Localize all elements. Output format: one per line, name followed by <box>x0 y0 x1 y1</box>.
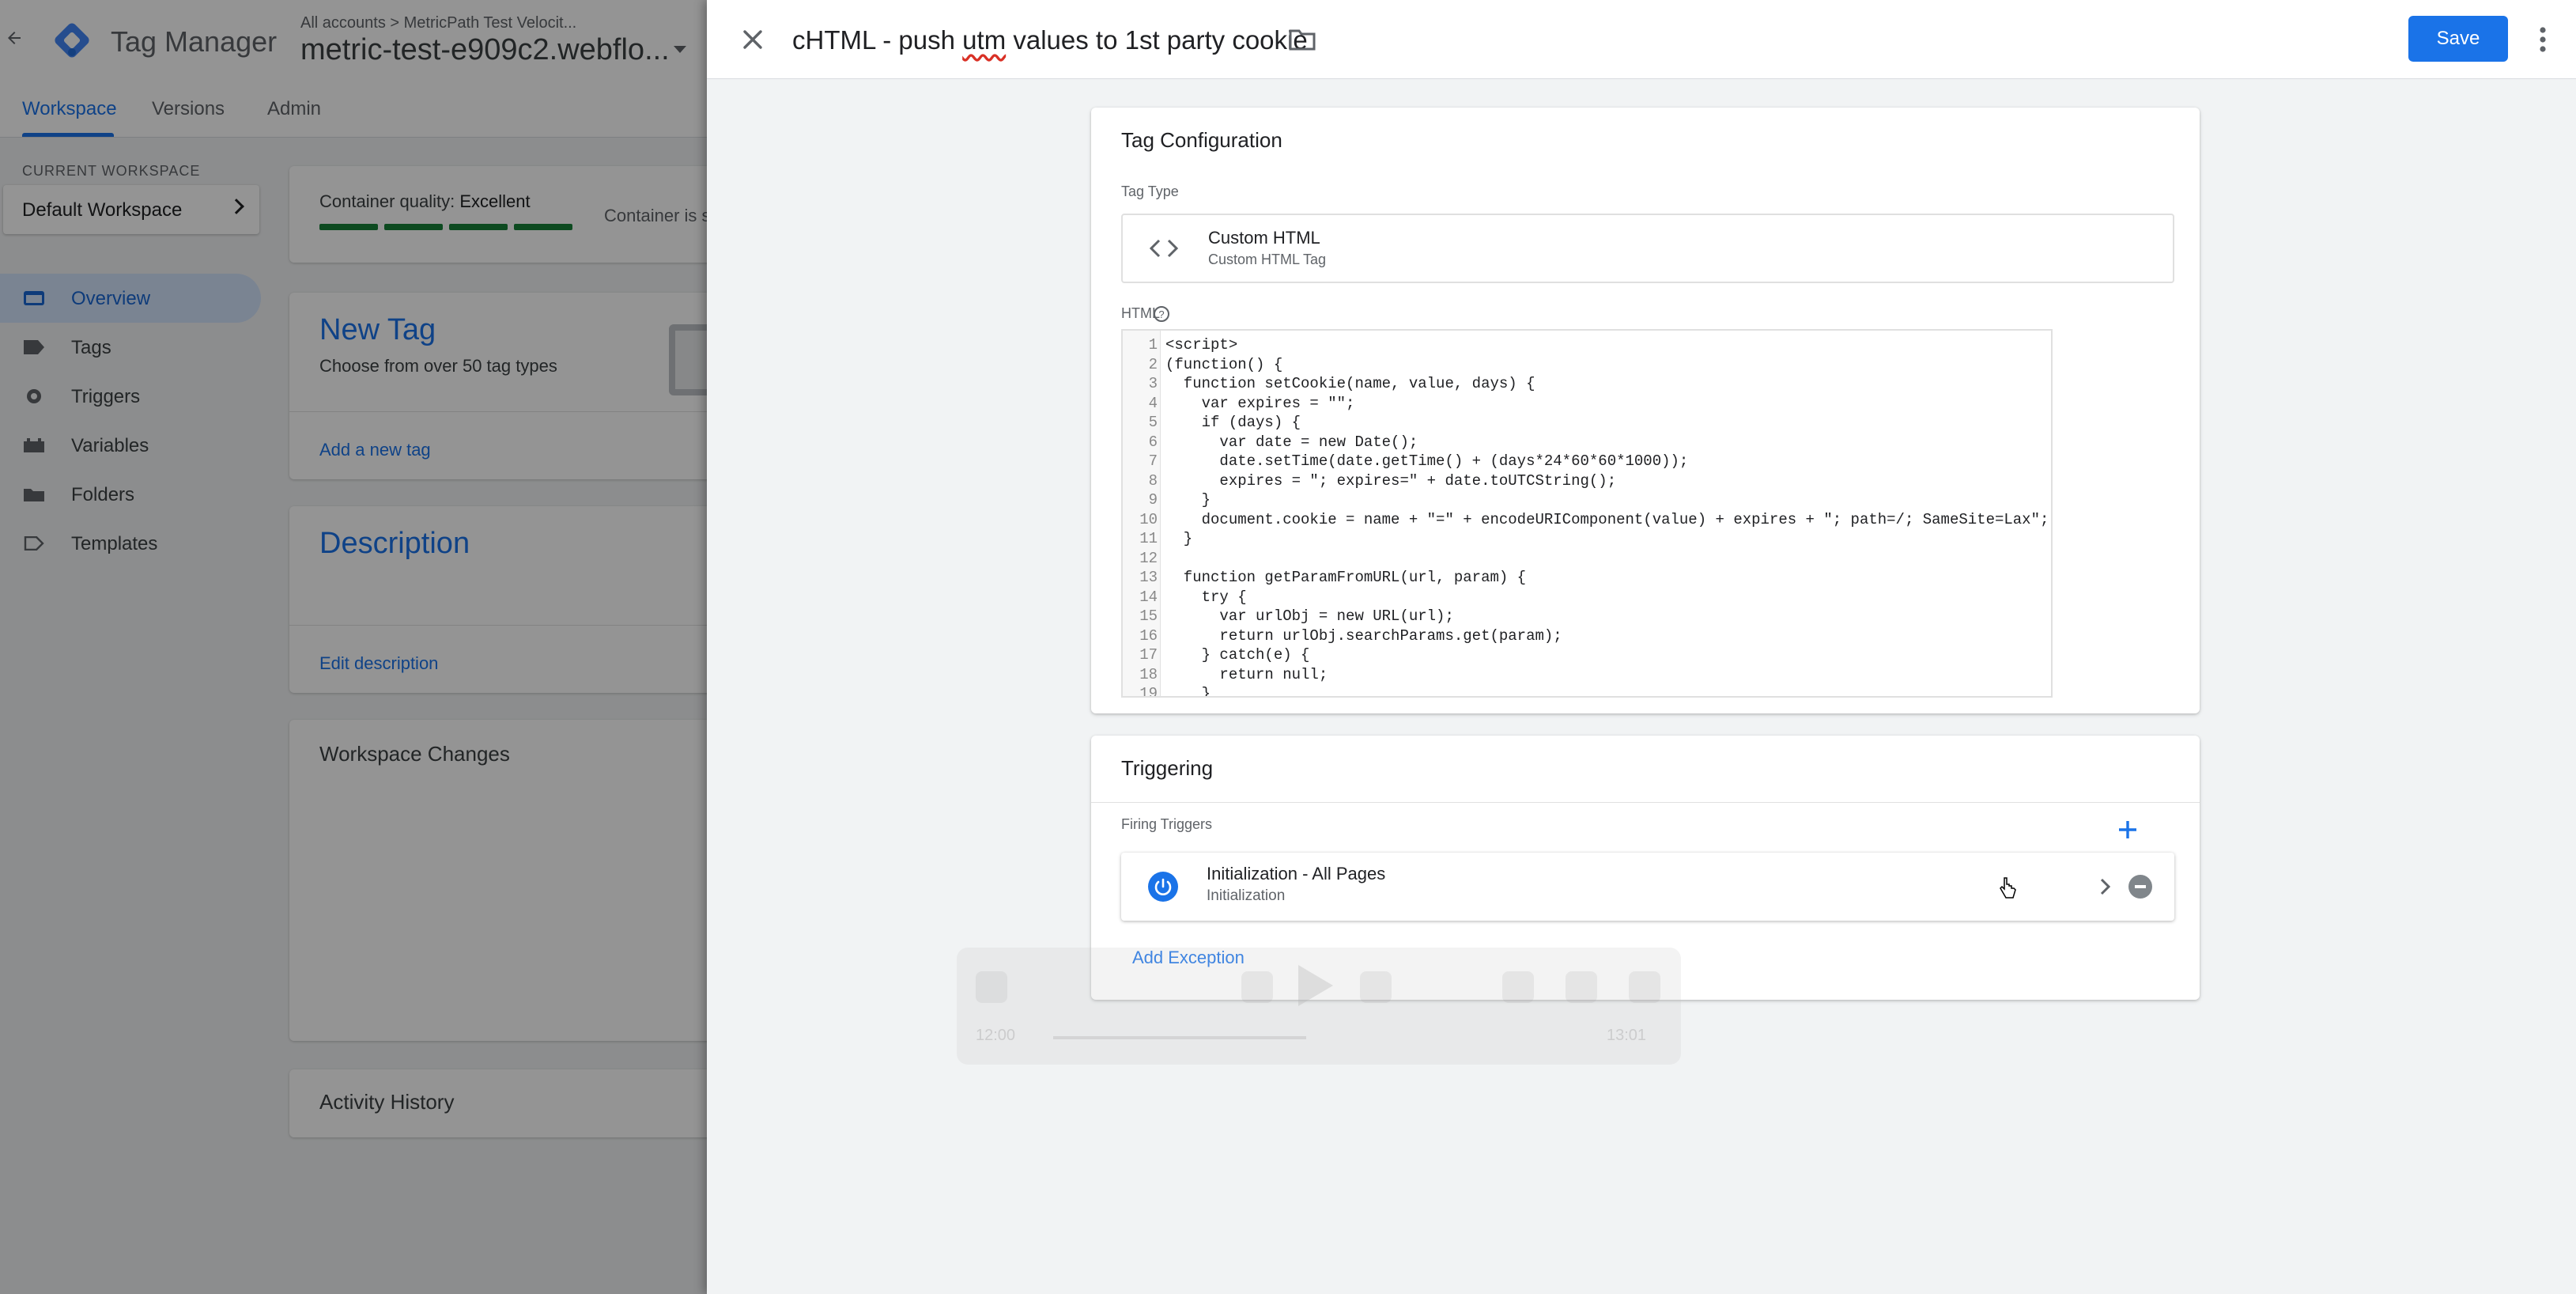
tag-name-part: cHTML - push <box>792 25 963 55</box>
code-line: 17 } catch(e) { <box>1123 645 1309 665</box>
modal-scrim[interactable] <box>0 0 707 1294</box>
tag-editor-header: cHTML - push utm values to 1st party coo… <box>707 0 2576 79</box>
code-text: <script> <box>1165 336 1238 354</box>
code-text: var expires = ""; <box>1165 394 1355 412</box>
code-text: } <box>1165 491 1211 509</box>
triggering-title: Triggering <box>1121 756 1214 780</box>
add-trigger-icon[interactable] <box>2116 818 2140 842</box>
power-icon <box>1148 872 1178 902</box>
line-number: 16 <box>1139 626 1158 645</box>
line-number: 7 <box>1148 452 1158 470</box>
chevron-right-icon[interactable] <box>2097 876 2114 897</box>
code-text: try { <box>1165 588 1247 606</box>
line-number: 11 <box>1139 530 1158 547</box>
captions-icon <box>1502 971 1534 1003</box>
code-line: 19 } <box>1123 684 1211 698</box>
code-line: 13 function getParamFromURL(url, param) … <box>1123 568 1526 588</box>
picture-in-picture-icon <box>1566 971 1597 1003</box>
tag-editor-panel: cHTML - push utm values to 1st party coo… <box>707 0 2576 1294</box>
line-number: 3 <box>1148 375 1158 392</box>
video-progress-track <box>1053 1036 1306 1039</box>
line-number: 12 <box>1139 549 1158 567</box>
code-text: } <box>1165 530 1193 547</box>
code-text: return null; <box>1165 665 1328 683</box>
fast-forward-icon <box>1360 971 1392 1003</box>
code-line: 6 var date = new Date(); <box>1123 433 1418 452</box>
line-number: 13 <box>1139 569 1158 586</box>
tag-configuration-title: Tag Configuration <box>1121 128 1282 152</box>
tag-type-subtitle: Custom HTML Tag <box>1208 252 1327 267</box>
tag-name-title[interactable]: cHTML - push utm values to 1st party coo… <box>792 25 1308 55</box>
remove-trigger-icon[interactable] <box>2128 875 2152 899</box>
code-line: 12 <box>1123 549 1158 569</box>
code-text: date.setTime(date.getTime() + (days*24*6… <box>1165 452 1689 470</box>
code-text: if (days) { <box>1165 414 1301 431</box>
code-text: function setCookie(name, value, days) { <box>1165 375 1535 392</box>
code-line: 9 } <box>1123 490 1211 510</box>
code-text: } <box>1165 685 1211 698</box>
code-line: 11 } <box>1123 529 1192 549</box>
help-icon[interactable]: ? <box>1153 305 1170 323</box>
tag-type-card[interactable]: Custom HTML Custom HTML Tag <box>1121 214 2174 283</box>
code-text: document.cookie = name + "=" + encodeURI… <box>1165 510 2049 528</box>
line-number: 19 <box>1139 685 1158 698</box>
code-line: 16 return urlObj.searchParams.get(param)… <box>1123 626 1562 646</box>
rewind-icon <box>1241 971 1273 1003</box>
code-line: 7 date.setTime(date.getTime() + (days*24… <box>1123 452 1689 471</box>
tag-type-label: Tag Type <box>1121 184 1179 199</box>
code-line: 3 function setCookie(name, value, days) … <box>1123 374 1535 394</box>
line-number: 10 <box>1139 510 1158 528</box>
code-line: 8 expires = "; expires=" + date.toUTCStr… <box>1123 471 1617 491</box>
video-time-total: 13:01 <box>1607 1027 1647 1044</box>
more-vert-icon[interactable] <box>2538 24 2548 55</box>
code-text: function getParamFromURL(url, param) { <box>1165 569 1527 586</box>
code-text: } catch(e) { <box>1165 646 1310 664</box>
line-number: 8 <box>1148 471 1158 490</box>
trigger-type: Initialization <box>1207 887 1286 904</box>
line-number: 4 <box>1148 394 1158 412</box>
video-player-overlay: 12:00 13:01 <box>957 948 1681 1065</box>
line-number: 9 <box>1148 491 1158 509</box>
svg-text:?: ? <box>1158 308 1164 320</box>
line-number: 1 <box>1148 336 1158 354</box>
code-text: var date = new Date(); <box>1165 433 1418 451</box>
play-icon <box>1298 965 1333 1006</box>
close-icon[interactable] <box>738 25 767 54</box>
firing-trigger-row[interactable]: Initialization - All Pages Initializatio… <box>1121 853 2174 921</box>
code-text: (function() { <box>1165 355 1283 373</box>
code-text: expires = "; expires=" + date.toUTCStrin… <box>1165 471 1617 490</box>
line-number: 5 <box>1148 414 1158 431</box>
tag-name-misspelled-word: utm <box>962 25 1007 55</box>
html-code-editor[interactable]: 1 <script> 2 (function() {3 function setCoo… <box>1121 329 2053 698</box>
line-number: 6 <box>1148 433 1158 451</box>
code-line: 4 var expires = ""; <box>1123 394 1355 414</box>
line-number: 14 <box>1139 588 1158 606</box>
code-line: 14 try { <box>1123 588 1246 607</box>
line-number: 2 <box>1148 355 1158 373</box>
tag-configuration-section: Tag Configuration Tag Type Custom HTML C… <box>1091 108 2200 713</box>
code-line: 10 document.cookie = name + "=" + encode… <box>1123 510 2049 530</box>
folder-icon[interactable] <box>1289 28 1316 51</box>
code-line: 15 var urlObj = new URL(url); <box>1123 607 1454 626</box>
line-number: 18 <box>1139 665 1158 683</box>
tag-type-name: Custom HTML <box>1208 228 1320 248</box>
trigger-name: Initialization - All Pages <box>1207 864 1386 883</box>
code-text: var urlObj = new URL(url); <box>1165 607 1454 625</box>
fullscreen-icon <box>1629 971 1660 1003</box>
video-time-current: 12:00 <box>976 1027 1016 1044</box>
tag-name-part: values to 1st party cookie <box>1006 25 1308 55</box>
divider <box>1091 802 2200 803</box>
code-line: 18 return null; <box>1123 665 1328 685</box>
code-icon <box>1150 239 1178 258</box>
mouse-cursor-icon <box>2000 877 2016 899</box>
code-line: 2 (function() { <box>1123 355 1283 375</box>
code-line: 1 <script> <box>1123 335 1238 355</box>
line-number: 17 <box>1139 646 1158 664</box>
volume-icon <box>976 971 1007 1003</box>
save-button[interactable]: Save <box>2408 16 2508 62</box>
code-line: 5 if (days) { <box>1123 413 1301 433</box>
firing-triggers-label: Firing Triggers <box>1121 816 1213 832</box>
code-text: return urlObj.searchParams.get(param); <box>1165 626 1562 645</box>
line-number: 15 <box>1139 607 1158 625</box>
